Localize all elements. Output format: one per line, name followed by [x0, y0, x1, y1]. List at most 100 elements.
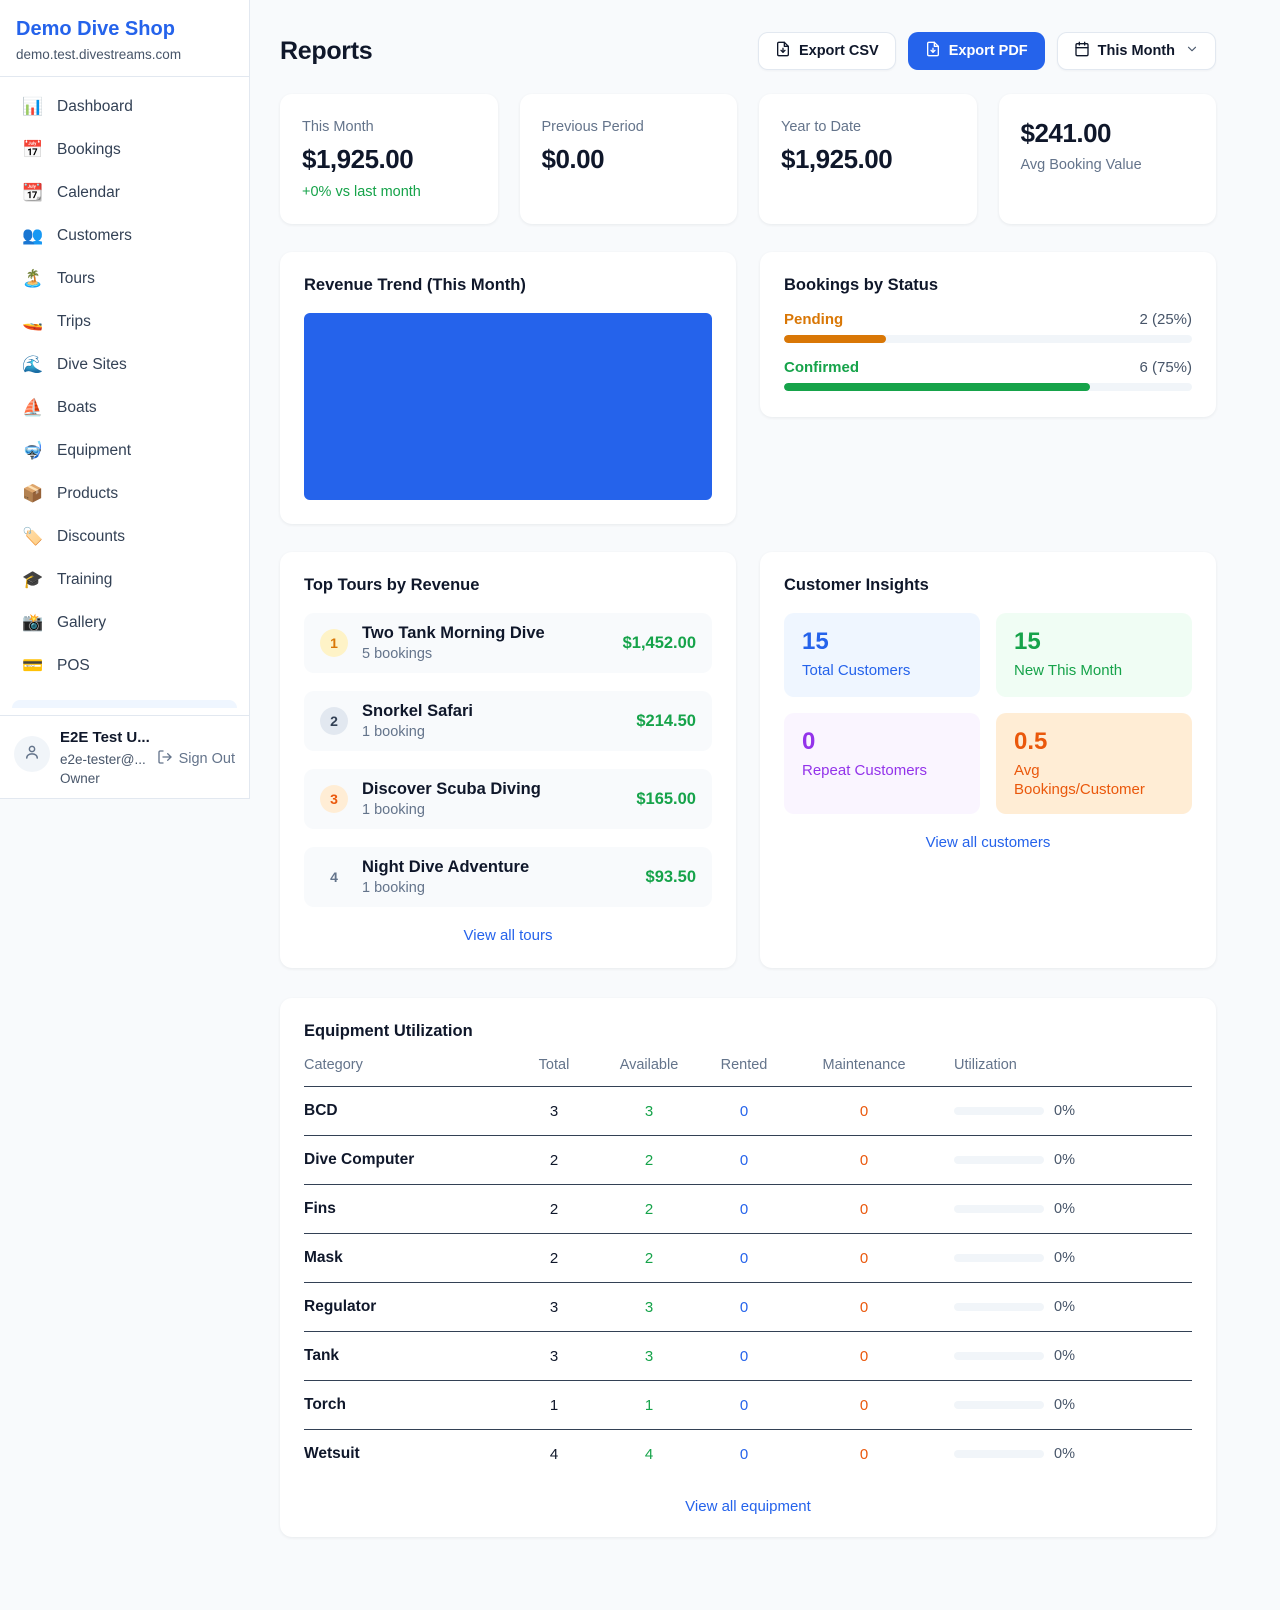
sidebar-item-discounts[interactable]: 🏷️ Discounts: [0, 515, 249, 558]
sidebar-item-pos[interactable]: 💳 POS: [0, 644, 249, 687]
customer-insights-card: Customer Insights 15 Total Customers 15 …: [760, 552, 1216, 968]
nav-icon-gallery: 📸: [22, 611, 44, 634]
equipment-available: 2: [604, 1250, 694, 1267]
sign-out-button[interactable]: Sign Out: [157, 749, 235, 769]
nav-icon-discounts: 🏷️: [22, 525, 44, 548]
export-csv-button[interactable]: Export CSV: [758, 32, 896, 70]
period-dropdown[interactable]: This Month: [1057, 32, 1216, 70]
stat-label: Previous Period: [542, 118, 716, 136]
nav-icon-bookings: 📅: [22, 138, 44, 161]
sidebar-item-boats[interactable]: ⛵ Boats: [0, 386, 249, 429]
stat-card-year-to-date: Year to Date $1,925.00: [759, 94, 977, 224]
equipment-maintenance: 0: [794, 1348, 934, 1365]
status-label: Confirmed: [784, 359, 859, 376]
col-category: Category: [304, 1057, 504, 1073]
tour-name: Night Dive Adventure: [362, 857, 632, 877]
tour-amount: $214.50: [636, 712, 696, 731]
status-label: Pending: [784, 311, 843, 328]
view-all-equipment-link[interactable]: View all equipment: [304, 1498, 1192, 1515]
col-available: Available: [604, 1057, 694, 1073]
equipment-total: 2: [504, 1250, 604, 1267]
insight-value: 15: [802, 628, 962, 656]
view-all-tours-link[interactable]: View all tours: [304, 927, 712, 944]
charts-row: Revenue Trend (This Month) Bookings by S…: [280, 252, 1216, 524]
equipment-rented: 0: [694, 1250, 794, 1267]
equipment-table-header: Category Total Available Rented Maintena…: [304, 1057, 1192, 1087]
sidebar-item-products[interactable]: 📦 Products: [0, 472, 249, 515]
utilization-percent: 0%: [1054, 1397, 1075, 1413]
sidebar-item-label: Gallery: [57, 611, 106, 634]
sidebar-nav: 📊 Dashboard 📅 Bookings 📆 Calendar 👥 Cust…: [0, 77, 249, 714]
status-bar-fill: [784, 383, 1090, 391]
sidebar-item-training[interactable]: 🎓 Training: [0, 558, 249, 601]
equipment-row-torch: Torch 1 1 0 0 0%: [304, 1381, 1192, 1430]
equipment-category: Mask: [304, 1249, 504, 1267]
logout-icon: [157, 749, 173, 769]
stat-label: This Month: [302, 118, 476, 136]
equipment-category: Regulator: [304, 1298, 504, 1316]
equipment-rented: 0: [694, 1446, 794, 1463]
sidebar-active-item-partial[interactable]: [12, 700, 237, 708]
sidebar-item-calendar[interactable]: 📆 Calendar: [0, 171, 249, 214]
equipment-total: 3: [504, 1103, 604, 1120]
sidebar-user-section: E2E Test U... e2e-tester@... Sign Out Ow…: [0, 715, 249, 798]
period-label: This Month: [1098, 43, 1175, 59]
user-info: E2E Test U... e2e-tester@... Sign Out Ow…: [60, 728, 235, 786]
sidebar-item-customers[interactable]: 👥 Customers: [0, 214, 249, 257]
sidebar-item-label: Training: [57, 568, 112, 591]
stat-delta: +0% vs last month: [302, 184, 476, 200]
equipment-row-tank: Tank 3 3 0 0 0%: [304, 1332, 1192, 1381]
equipment-rented: 0: [694, 1201, 794, 1218]
equipment-category: Wetsuit: [304, 1445, 504, 1463]
stat-card-previous-period: Previous Period $0.00: [520, 94, 738, 224]
sidebar: Demo Dive Shop demo.test.divestreams.com…: [0, 0, 250, 799]
equipment-row-wetsuit: Wetsuit 4 4 0 0 0%: [304, 1430, 1192, 1478]
insight-value: 0.5: [1014, 728, 1174, 756]
sidebar-item-tours[interactable]: 🏝️ Tours: [0, 257, 249, 300]
chevron-down-icon: [1185, 42, 1199, 60]
stats-row: This Month $1,925.00 +0% vs last month P…: [280, 94, 1216, 224]
sidebar-item-label: Dive Sites: [57, 353, 127, 376]
equipment-available: 3: [604, 1103, 694, 1120]
stat-label: Year to Date: [781, 118, 955, 136]
equipment-maintenance: 0: [794, 1152, 934, 1169]
export-pdf-button[interactable]: Export PDF: [908, 32, 1045, 70]
revenue-trend-card: Revenue Trend (This Month): [280, 252, 736, 524]
sidebar-item-dive-sites[interactable]: 🌊 Dive Sites: [0, 343, 249, 386]
view-all-customers-link[interactable]: View all customers: [784, 834, 1192, 851]
equipment-table: Category Total Available Rented Maintena…: [304, 1057, 1192, 1478]
tour-bookings: 5 bookings: [362, 645, 609, 663]
sidebar-item-dashboard[interactable]: 📊 Dashboard: [0, 85, 249, 128]
sidebar-item-label: Tours: [57, 267, 95, 290]
utilization-bar-track: [954, 1107, 1044, 1115]
equipment-maintenance: 0: [794, 1299, 934, 1316]
revenue-trend-title: Revenue Trend (This Month): [304, 276, 712, 295]
bookings-by-status-title: Bookings by Status: [784, 276, 1192, 295]
file-download-icon: [775, 41, 791, 61]
sidebar-item-bookings[interactable]: 📅 Bookings: [0, 128, 249, 171]
stat-value: $1,925.00: [781, 144, 955, 174]
equipment-maintenance: 0: [794, 1250, 934, 1267]
tour-bookings: 1 booking: [362, 723, 622, 741]
main-content: Reports Export CSV Export PDF This Month: [250, 0, 1280, 1577]
calendar-icon: [1074, 41, 1090, 61]
revenue-trend-chart: [304, 313, 712, 500]
insight-value: 0: [802, 728, 962, 756]
utilization-percent: 0%: [1054, 1201, 1075, 1217]
sidebar-item-trips[interactable]: 🚤 Trips: [0, 300, 249, 343]
equipment-total: 3: [504, 1348, 604, 1365]
nav-icon-tours: 🏝️: [22, 267, 44, 290]
sidebar-item-gallery[interactable]: 📸 Gallery: [0, 601, 249, 644]
rank-badge: 4: [320, 863, 348, 891]
utilization-bar-track: [954, 1205, 1044, 1213]
sidebar-item-equipment[interactable]: 🤿 Equipment: [0, 429, 249, 472]
shop-domain: demo.test.divestreams.com: [16, 46, 233, 63]
utilization-percent: 0%: [1054, 1152, 1075, 1168]
insight-value: 15: [1014, 628, 1174, 656]
status-row-confirmed: Confirmed 6 (75%): [784, 359, 1192, 391]
col-total: Total: [504, 1057, 604, 1073]
person-icon: [23, 743, 41, 766]
equipment-rented: 0: [694, 1348, 794, 1365]
tour-name: Two Tank Morning Dive: [362, 623, 609, 643]
nav-icon-equipment: 🤿: [22, 439, 44, 462]
